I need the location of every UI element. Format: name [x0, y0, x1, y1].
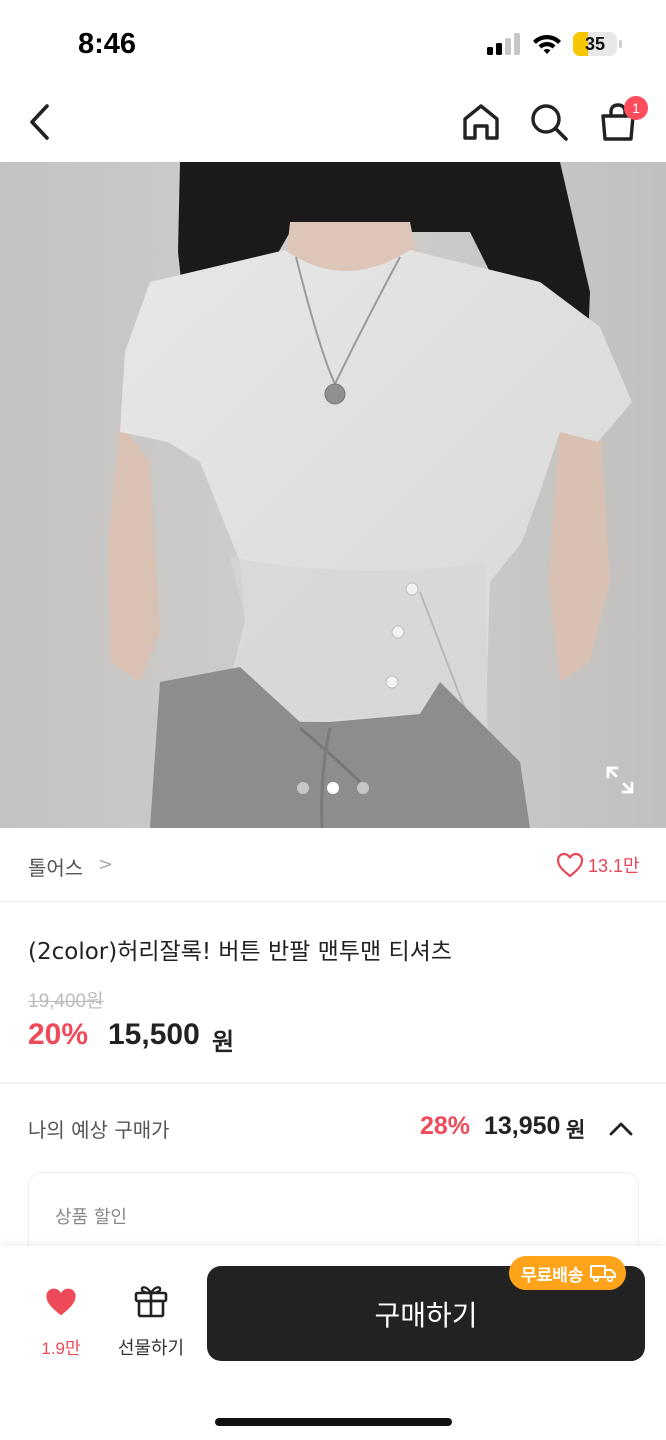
product-title: (2color)허리잘록! 버튼 반팔 맨투맨 티셔츠	[28, 939, 452, 965]
product-detail-page: 8:46 35 1 톨어스 > 13.1만 (2color)허리잘록! 버튼 반…	[0, 0, 666, 1440]
chevron-right-icon: >	[98, 854, 114, 875]
original-price: 19,400원	[28, 991, 104, 1012]
expected-price-label: 나의 예상 구매가	[28, 1118, 170, 1142]
expected-discount-rate: 28%	[420, 1112, 471, 1140]
free-shipping-label: 무료배송	[521, 1265, 584, 1286]
gift-icon	[134, 1286, 168, 1318]
search-button[interactable]	[525, 82, 573, 162]
expected-price-unit: 원	[566, 1118, 586, 1142]
carousel-dot[interactable]	[357, 782, 369, 794]
sale-price: 15,500	[108, 1018, 200, 1051]
wishlist-button[interactable]: 1.9만	[30, 1286, 92, 1358]
discount-rate: 20%	[28, 1018, 89, 1051]
battery-percentage: 35	[584, 34, 606, 54]
wishlist-count: 1.9만	[41, 1339, 81, 1358]
truck-icon	[589, 1265, 616, 1282]
cart-count-badge: 1	[624, 96, 648, 120]
product-discount-label: 상품 할인	[55, 1207, 127, 1228]
back-button[interactable]	[16, 82, 64, 162]
product-image-carousel[interactable]	[0, 162, 666, 828]
carousel-dot[interactable]	[297, 782, 309, 794]
bottom-purchase-bar: 1.9만 선물하기 구매하기 무료배송	[0, 1246, 666, 1440]
carousel-dot-active[interactable]	[327, 782, 339, 794]
cellular-signal-icon	[487, 33, 520, 55]
heart-filled-icon	[46, 1288, 76, 1316]
shop-name-link[interactable]: 톨어스	[28, 852, 83, 881]
search-icon	[531, 104, 568, 141]
product-photo	[0, 162, 666, 828]
shop-like-count: 13.1만	[588, 856, 640, 876]
battery-icon: 35	[573, 32, 623, 56]
collapse-expected-price-button[interactable]	[606, 1114, 636, 1144]
heart-outline-icon	[556, 852, 584, 878]
shop-row: 톨어스 > 13.1만	[0, 828, 666, 902]
chevron-up-icon	[609, 1122, 633, 1136]
free-shipping-badge: 무료배송	[509, 1256, 626, 1290]
section-divider	[0, 1082, 666, 1084]
carousel-indicator	[0, 782, 666, 796]
gift-label: 선물하기	[117, 1338, 185, 1359]
top-navigation: 1	[0, 82, 666, 162]
shop-like-button[interactable]: 13.1만	[556, 850, 640, 880]
status-bar: 8:46 35	[0, 0, 666, 82]
buy-button-label: 구매하기	[374, 1298, 478, 1332]
home-indicator	[215, 1418, 452, 1426]
sale-price-unit: 원	[212, 1028, 235, 1056]
gift-button[interactable]: 선물하기	[112, 1282, 190, 1359]
wifi-icon	[533, 35, 561, 54]
expected-price: 13,950	[484, 1112, 561, 1140]
cart-button[interactable]: 1	[594, 82, 648, 162]
status-time: 8:46	[78, 28, 137, 60]
home-button[interactable]	[457, 82, 505, 162]
home-icon	[463, 104, 499, 140]
chevron-left-icon	[30, 104, 49, 140]
